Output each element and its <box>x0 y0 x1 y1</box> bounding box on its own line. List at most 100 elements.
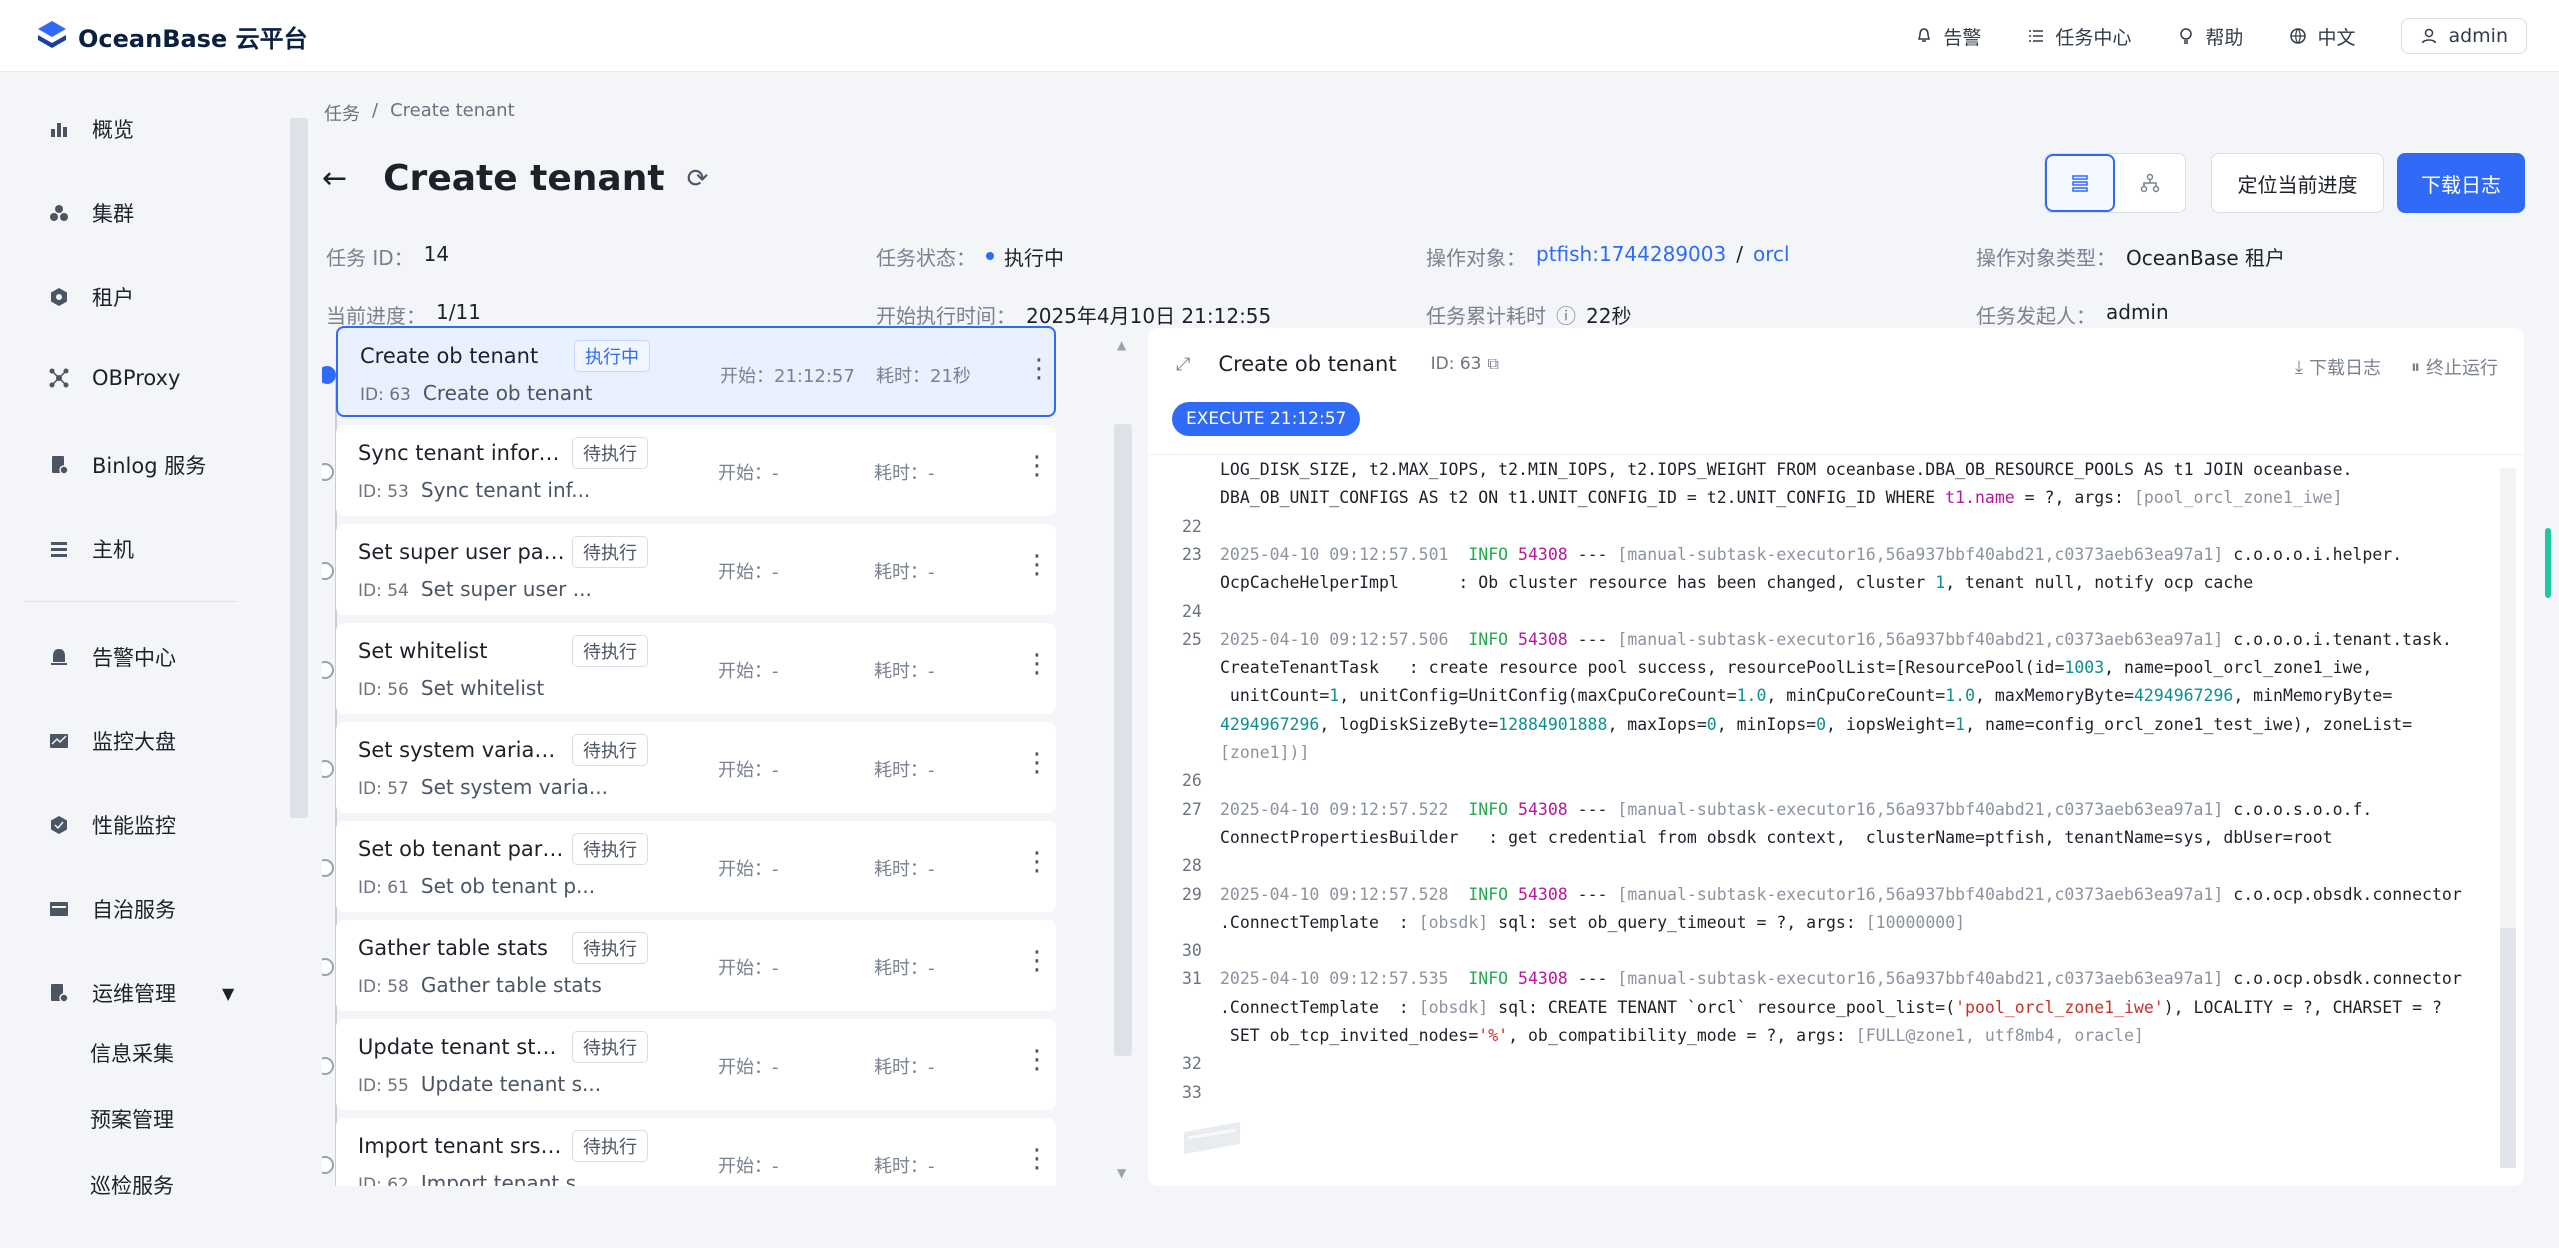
log-download-label: 下载日志 <box>2309 358 2381 379</box>
pending-status-icon <box>322 463 334 481</box>
chevron-down-icon[interactable]: ▼ <box>222 984 234 1003</box>
more-vertical-icon[interactable]: ⋮ <box>1024 451 1050 481</box>
subtask-card[interactable]: Set super user pass… 待执行 ID: 54 Set super u… <box>322 524 1056 615</box>
more-vertical-icon[interactable]: ⋮ <box>1024 748 1050 778</box>
refresh-icon[interactable]: ⟳ <box>687 164 709 194</box>
locate-progress-button[interactable]: 定位当前进度 <box>2211 153 2384 213</box>
progress-value: 1/11 <box>436 300 481 324</box>
more-vertical-icon[interactable]: ⋮ <box>1024 1144 1050 1174</box>
execute-tag[interactable]: EXECUTE 21:12:57 <box>1172 402 1361 436</box>
subtask-desc: Set whitelist <box>420 676 545 700</box>
subtask-desc: Set super user ... <box>420 577 592 601</box>
list-view-button[interactable] <box>2045 154 2116 212</box>
download-log-button[interactable]: 下载日志 <box>2397 153 2525 213</box>
sidebar-scrollbar[interactable] <box>290 118 308 818</box>
alerts-link[interactable]: 告警 <box>1915 23 1981 50</box>
sidebar-subitem-plan-manage[interactable]: 预案管理 <box>90 1104 174 1134</box>
elapsed-value: 22秒 <box>1586 304 1632 328</box>
start-time-value: 2025年4月10日 21:12:55 <box>1026 304 1272 328</box>
sidebar-item-label: 集群 <box>92 202 134 226</box>
stop-run-button[interactable]: ⏸ 终止运行 <box>2411 354 2498 380</box>
breadcrumb-separator: / <box>372 100 379 121</box>
user-menu[interactable]: admin <box>2401 18 2527 54</box>
subtask-id: ID: 63 <box>360 385 411 405</box>
subtask-cost: 耗时：- <box>874 463 935 484</box>
subtask-card[interactable]: Import tenant srs i… 待执行 ID: 62 Import tena… <box>322 1118 1056 1186</box>
progress-label: 当前进度： <box>326 304 426 328</box>
subtask-status-badge: 待执行 <box>572 1130 648 1162</box>
sidebar-item-obproxy[interactable]: OBProxy <box>48 366 180 390</box>
sidebar-item-tenant[interactable]: 租户 <box>48 282 134 312</box>
sidebar-item-cluster[interactable]: 集群 <box>48 198 134 228</box>
task-id-value: 14 <box>423 242 450 266</box>
sidebar-item-ops[interactable]: 运维管理 ▼ <box>48 978 234 1008</box>
subtask-desc: Create ob tenant <box>422 381 593 405</box>
task-list-scrollbar[interactable] <box>1114 424 1132 1056</box>
more-vertical-icon[interactable]: ⋮ <box>1024 550 1050 580</box>
target-type-value: OceanBase 租户 <box>2126 246 2286 270</box>
breadcrumb-root[interactable]: 任务 <box>324 100 360 126</box>
target-tenant-link[interactable]: orcl <box>1753 242 1790 271</box>
subtask-id: ID: 58 <box>358 977 409 997</box>
sidebar-item-host[interactable]: 主机 <box>48 534 134 564</box>
help-circle-icon[interactable]: ⓘ <box>1556 300 1576 329</box>
sidebar-item-monitor-dashboard[interactable]: 监控大盘 <box>48 726 176 756</box>
subtask-status-badge: 待执行 <box>572 833 648 865</box>
log-scrollbar-thumb[interactable] <box>2500 928 2516 1168</box>
brand-logo[interactable]: OceanBase 云平台 <box>34 18 308 54</box>
subtask-card[interactable]: Set whitelist 待执行 ID: 56 Set whitelist 开始：- 耗… <box>322 623 1056 714</box>
subtask-status-badge: 待执行 <box>572 932 648 964</box>
log-line: 23 2025-04-10 09:12:57.501 INFO 54308 ---… <box>1148 545 2498 573</box>
flow-view-button[interactable] <box>2115 154 2185 212</box>
subtask-card[interactable]: Create ob tenant 执行中 ID: 63 Create ob tenan… <box>322 326 1056 417</box>
subtask-name: Set ob tenant para… <box>358 837 568 861</box>
subtask-id: ID: 56 <box>358 680 409 700</box>
subtask-name: Update tenant status <box>358 1035 568 1059</box>
sidebar-item-performance[interactable]: 性能监控 <box>48 810 176 840</box>
log-line-number: 33 <box>1182 1082 1202 1102</box>
brand-name: OceanBase 云平台 <box>78 24 308 53</box>
log-line-number: 22 <box>1182 516 1202 536</box>
help-link[interactable]: 帮助 <box>2177 23 2243 50</box>
subtask-card[interactable]: Set system variables 待执行 ID: 57 Set system … <box>322 722 1056 813</box>
subtask-id: ID: 61 <box>358 878 409 898</box>
sidebar-item-autonomous[interactable]: 自治服务 <box>48 894 176 924</box>
sidebar-item-alarm-center[interactable]: 告警中心 <box>48 642 176 672</box>
initiator-value: admin <box>2106 300 2169 324</box>
more-vertical-icon[interactable]: ⋮ <box>1024 1045 1050 1075</box>
scroll-up-arrow-icon[interactable]: ▲ <box>1117 338 1126 352</box>
task-id-label: 任务 ID： <box>326 246 414 270</box>
task-center-link[interactable]: 任务中心 <box>2027 23 2131 50</box>
collapse-icon[interactable]: ⤢ <box>1176 354 1190 375</box>
back-arrow-icon[interactable]: ← <box>322 161 347 196</box>
language-switch[interactable]: 中文 <box>2289 23 2355 50</box>
running-status-icon <box>322 366 336 384</box>
subtask-card[interactable]: Update tenant status 待执行 ID: 55 Update tena… <box>322 1019 1056 1110</box>
globe-icon <box>2290 28 2307 44</box>
sidebar-item-overview[interactable]: 概览 <box>48 114 134 144</box>
sidebar-subitem-info-collect[interactable]: 信息采集 <box>90 1038 174 1068</box>
edge-indicator[interactable] <box>2545 528 2551 598</box>
subtask-id-row: ID: 54 Set super user ... <box>358 577 592 601</box>
log-download-button[interactable]: ⤓ 下载日志 <box>2295 354 2381 380</box>
copy-icon[interactable]: ⧉ <box>1487 354 1498 374</box>
subtask-cost: 耗时：21秒 <box>876 366 971 387</box>
more-vertical-icon[interactable]: ⋮ <box>1026 354 1052 384</box>
sidebar-subitem-inspection[interactable]: 巡检服务 <box>90 1170 174 1200</box>
more-vertical-icon[interactable]: ⋮ <box>1024 946 1050 976</box>
more-vertical-icon[interactable]: ⋮ <box>1024 847 1050 877</box>
sidebar-item-binlog[interactable]: Binlog 服务 <box>48 450 206 480</box>
target-cluster-link[interactable]: ptfish:1744289003 <box>1536 242 1726 271</box>
scroll-down-arrow-icon[interactable]: ▼ <box>1117 1166 1126 1180</box>
subtask-card[interactable]: Gather table stats 待执行 ID: 58 Gather table … <box>322 920 1056 1011</box>
subtask-card[interactable]: Set ob tenant para… 待执行 ID: 61 Set ob tenan… <box>322 821 1056 912</box>
subtask-id-row: ID: 55 Update tenant s... <box>358 1072 601 1096</box>
log-panel: ⤢ Create ob tenant ID: 63 ⧉ ⤓ 下载日志 ⏸ 终止运… <box>1148 328 2524 1186</box>
subtask-card[interactable]: Sync tenant inform… 待执行 ID: 53 Sync tenant … <box>322 425 1056 516</box>
subtask-status-badge: 待执行 <box>572 437 648 469</box>
more-vertical-icon[interactable]: ⋮ <box>1024 649 1050 679</box>
log-line-number: 27 <box>1182 799 1202 819</box>
monitor-icon <box>48 730 70 752</box>
log-line-text: 2025-04-10 09:12:57.522 INFO 54308 --- [… <box>1220 799 2373 819</box>
oceanbase-logo-icon <box>38 21 66 48</box>
